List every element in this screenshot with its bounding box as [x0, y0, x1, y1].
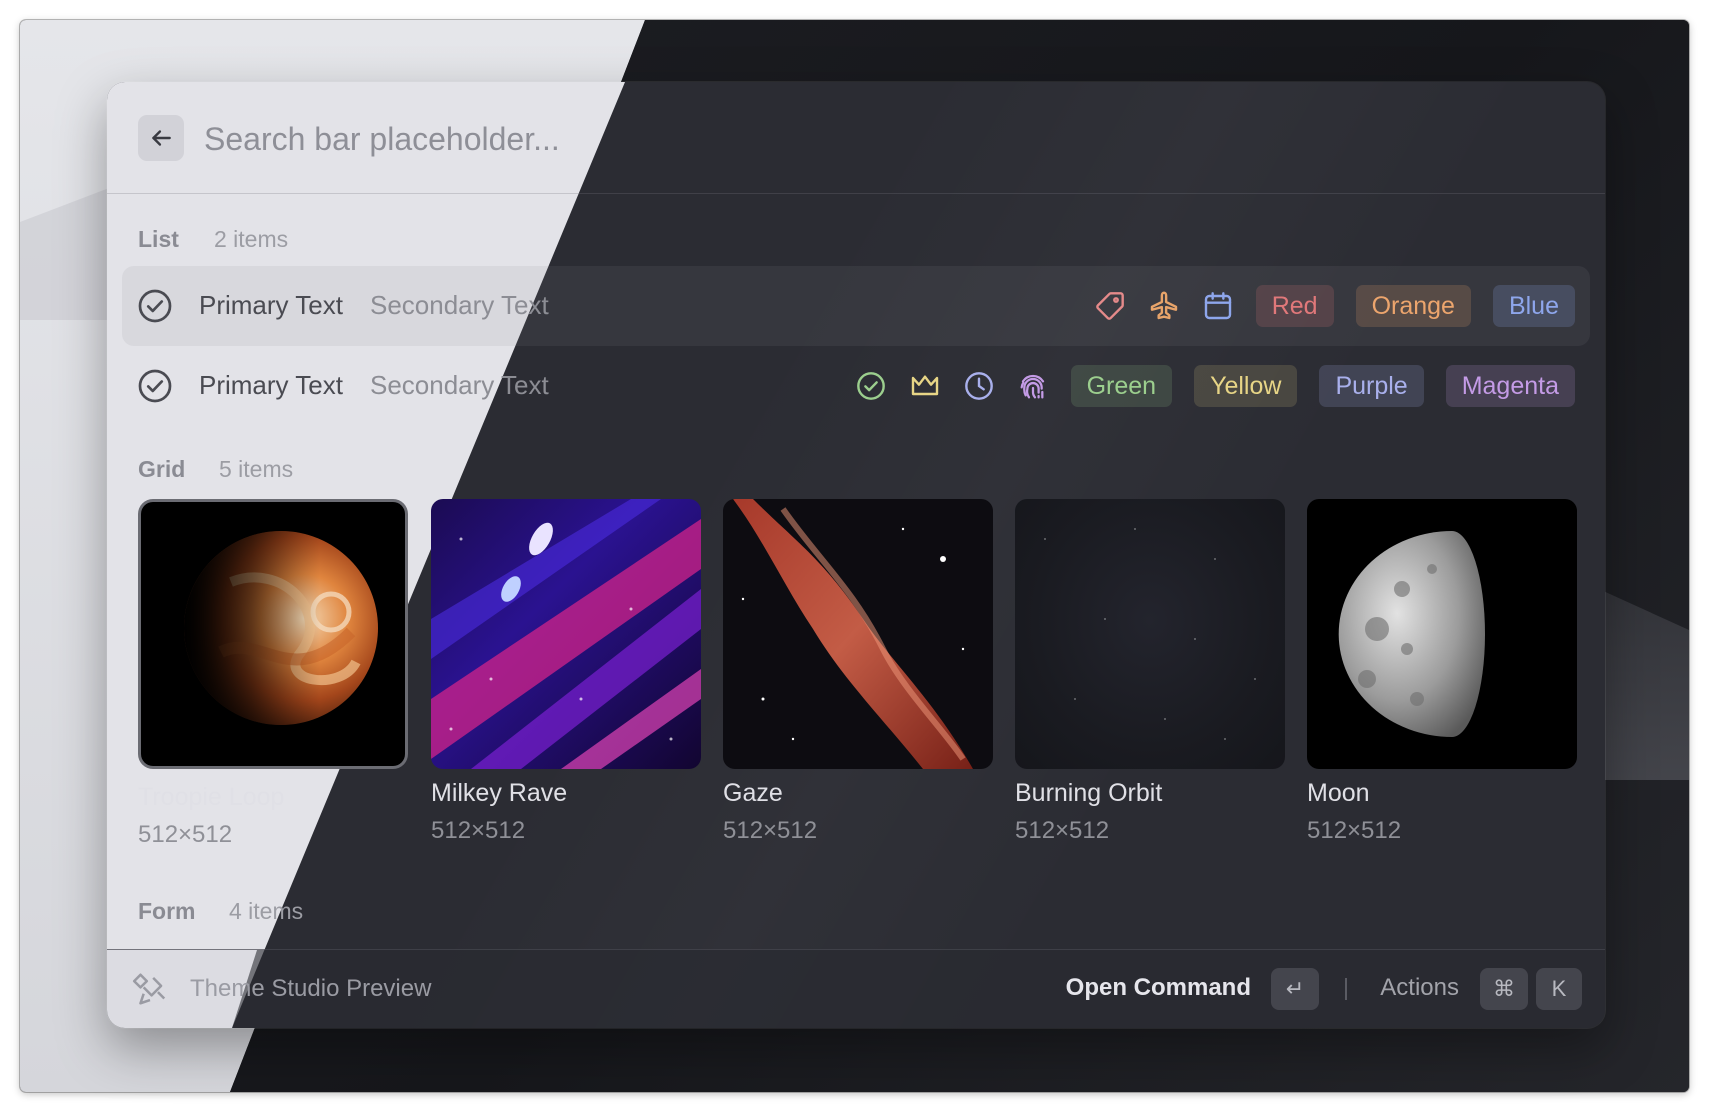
fingerprint-icon	[1017, 370, 1049, 402]
search-bar	[107, 82, 1605, 194]
grid-item-subtitle: 512×512	[1307, 817, 1402, 844]
grid-section-title: Grid	[138, 456, 186, 482]
list-item-secondary-text: Secondary Text	[370, 370, 549, 400]
grid-item-burning-orbit[interactable]: Burning Orbit 512×512	[1015, 499, 1285, 844]
grid-item-gaze[interactable]: Gaze 512×512	[723, 499, 993, 844]
list-section-count: 2 items	[214, 226, 289, 252]
grid-item-subtitle: 512×512	[138, 821, 233, 848]
actions-button[interactable]: Actions	[1380, 974, 1459, 1002]
list-item[interactable]: Primary Text Secondary Text Green Yellow…	[122, 346, 1590, 426]
enter-key-badge: ↵	[1271, 968, 1319, 1010]
grid-item-image	[1307, 499, 1577, 769]
launcher-window: List 2 items Primary Text Secondary Text…	[107, 82, 1605, 1028]
grid-item-title: Gaze	[723, 779, 783, 807]
grid-item-title: Burning Orbit	[1015, 779, 1163, 807]
grid-item-title: Milkey Rave	[431, 779, 568, 807]
check-circle-icon	[855, 370, 887, 402]
tag-purple: Purple	[1319, 365, 1424, 407]
grid-item-moon[interactable]: Moon 512×512	[1307, 499, 1577, 844]
grid-item-subtitle: 512×512	[723, 817, 818, 844]
grid-item-milkey-rave[interactable]: Milkey Rave 512×512	[431, 499, 701, 844]
list-item[interactable]: Primary Text Secondary Text Red Orange B…	[122, 266, 1590, 346]
tag-icon	[1094, 290, 1126, 322]
grid-item-image	[723, 499, 993, 769]
tag-blue: Blue	[1492, 285, 1575, 327]
list-item-accessories: Red Orange Blue	[1094, 284, 1575, 328]
grid-item-image	[141, 502, 405, 766]
tag-yellow: Yellow	[1194, 365, 1298, 407]
grid-item-image	[431, 499, 701, 769]
airplane-icon	[1148, 290, 1180, 322]
form-section-count: 4 items	[229, 898, 304, 924]
clock-icon	[963, 370, 995, 402]
crown-icon	[909, 370, 941, 402]
list-item-accessories: Green Yellow Purple Magenta	[855, 364, 1575, 408]
list-item-secondary-text: Secondary Text	[370, 290, 549, 320]
form-section-title: Form	[138, 898, 196, 924]
cmd-key-badge: ⌘	[1480, 968, 1528, 1010]
action-bar: Theme Studio Preview Open Command ↵ Acti…	[107, 949, 1605, 1028]
grid-item-troopie-loop[interactable]: Troopie Loop 512×512	[138, 499, 408, 848]
search-input[interactable]	[202, 112, 1506, 166]
grid-item-subtitle: 512×512	[431, 817, 526, 844]
grid-item-title: Moon	[1307, 779, 1370, 807]
back-button[interactable]	[138, 115, 184, 161]
tag-green: Green	[1070, 365, 1173, 407]
grid-item-image	[1015, 499, 1285, 769]
list-item-primary-text: Primary Text	[199, 290, 343, 320]
grid-item-subtitle: 512×512	[1015, 817, 1110, 844]
k-key-badge: K	[1536, 968, 1582, 1010]
footer-title: Theme Studio Preview	[190, 975, 432, 1002]
arrow-left-icon	[152, 130, 171, 146]
tag-orange: Orange	[1355, 285, 1471, 327]
footer-divider	[1345, 978, 1347, 1000]
list-item-primary-text: Primary Text	[199, 370, 343, 400]
check-circle-icon	[138, 289, 172, 323]
check-circle-icon	[138, 369, 172, 403]
grid-section-count: 5 items	[219, 456, 294, 482]
calendar-icon	[1202, 290, 1234, 322]
tag-red: Red	[1255, 285, 1334, 327]
tag-magenta: Magenta	[1445, 365, 1575, 407]
list-section-title: List	[138, 226, 179, 252]
grid-item-title: Troopie Loop	[138, 783, 285, 811]
theme-studio-logo-icon	[132, 973, 166, 1005]
open-command-button[interactable]: Open Command	[1066, 974, 1251, 1002]
